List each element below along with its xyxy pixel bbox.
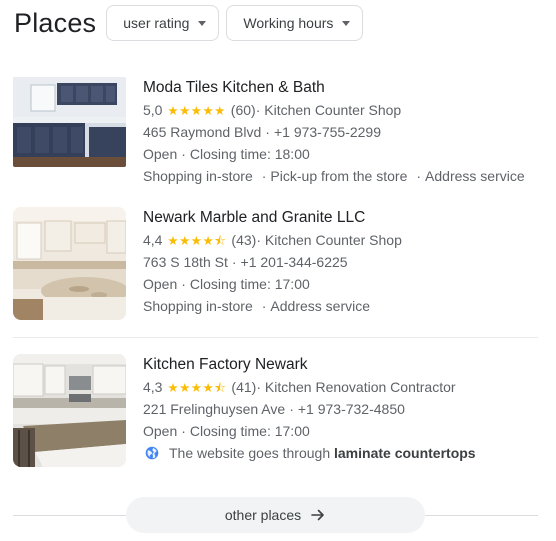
place-photo[interactable] [13, 77, 126, 167]
rating-value: 4,4 [143, 232, 163, 248]
service-item: Shopping in-store [143, 298, 253, 314]
service-item: Address service [270, 298, 371, 314]
rating-value: 4,3 [143, 379, 163, 395]
rating-row: 5,0 ★★★★★ (60)· Kitchen Counter Shop [143, 99, 546, 121]
place-phone: +1 973-732-4850 [297, 401, 405, 417]
place-photo[interactable] [13, 207, 126, 320]
open-status: Open [143, 146, 178, 162]
separator-dot: · [181, 146, 186, 162]
place-result-kitchen-factory[interactable]: Kitchen Factory Newark 4,3 ★★★★⯪ (41)· K… [0, 354, 556, 474]
place-phone: +1 973-755-2299 [273, 124, 382, 140]
place-category: · Kitchen Counter Shop [256, 232, 402, 248]
kitchen-photo-image [13, 207, 126, 320]
rating-value: 5,0 [143, 102, 163, 118]
separator-dot: · [261, 168, 267, 184]
kitchen-photo-image [13, 77, 126, 167]
hours-row: Open · Closing time: 17:00 [143, 420, 546, 442]
closing-time: Closing time: 17:00 [189, 276, 310, 292]
separator-dot: · [181, 276, 186, 292]
chevron-down-icon [342, 20, 351, 26]
place-result-newark-marble[interactable]: Newark Marble and Granite LLC 4,4 ★★★★⯪ … [0, 207, 556, 329]
place-name[interactable]: Newark Marble and Granite LLC [143, 207, 546, 229]
arrow-right-icon [311, 509, 324, 521]
separator-dot: · [181, 423, 186, 439]
review-count: (60) [230, 102, 256, 118]
contact-row: 763 S 18th St · +1 201-344-6225 [143, 251, 546, 273]
website-note-row: The website goes through laminate counte… [143, 442, 546, 464]
closing-time: Closing time: 18:00 [189, 146, 310, 162]
separator-dot: · [416, 168, 422, 184]
hours-row: Open · Closing time: 17:00 [143, 273, 546, 295]
working-hours-filter-label: Working hours [243, 15, 334, 31]
globe-icon [145, 446, 159, 460]
place-info: Moda Tiles Kitchen & Bath 5,0 ★★★★★ (60)… [143, 77, 546, 187]
rating-row: 4,4 ★★★★⯪ (43)· Kitchen Counter Shop [143, 229, 546, 251]
separator-dot: · [265, 124, 270, 140]
other-places-label: other places [224, 507, 302, 523]
kitchen-photo-image [13, 354, 126, 467]
rating-stars-icon: ★★★★⯪ [167, 381, 227, 395]
user-rating-filter[interactable]: user rating [106, 5, 220, 41]
result-divider [13, 337, 538, 338]
contact-row: 465 Raymond Blvd · +1 973-755-2299 [143, 121, 546, 143]
closing-time: Closing time: 17:00 [189, 423, 310, 439]
separator-dot: · [289, 401, 294, 417]
place-result-moda-tiles[interactable]: Moda Tiles Kitchen & Bath 5,0 ★★★★★ (60)… [0, 77, 556, 189]
place-phone: +1 201-344-6225 [240, 254, 348, 270]
rating-stars-icon: ★★★★⯪ [167, 234, 227, 248]
website-note-keyword: laminate countertops [334, 445, 476, 461]
service-item: Address service [425, 168, 525, 184]
separator-dot: · [231, 254, 237, 270]
user-rating-filter-label: user rating [123, 15, 190, 31]
place-name[interactable]: Kitchen Factory Newark [143, 354, 546, 376]
place-category: · Kitchen Counter Shop [255, 102, 402, 118]
separator-dot: · [261, 298, 267, 314]
service-item: Shopping in-store [143, 168, 253, 184]
place-info: Kitchen Factory Newark 4,3 ★★★★⯪ (41)· K… [143, 354, 546, 464]
rating-stars-icon: ★★★★★ [167, 104, 226, 118]
services-row: Shopping in-store · Address service [143, 295, 546, 317]
services-row: Shopping in-store · Pick-up from the store… [143, 165, 546, 187]
place-photo[interactable] [13, 354, 126, 467]
contact-row: 221 Frelinghuysen Ave · +1 973-732-4850 [143, 398, 546, 420]
place-name[interactable]: Moda Tiles Kitchen & Bath [143, 77, 546, 99]
place-category: · Kitchen Renovation Contractor [256, 379, 456, 395]
place-address: 763 S 18th St [143, 254, 228, 270]
rating-row: 4,3 ★★★★⯪ (41)· Kitchen Renovation Contr… [143, 376, 546, 398]
places-header: Places user rating Working hours [14, 5, 370, 41]
open-status: Open [143, 276, 178, 292]
review-count: (43) [231, 232, 257, 248]
working-hours-filter[interactable]: Working hours [226, 5, 364, 41]
other-places-section: other places [13, 497, 538, 533]
place-address: 221 Frelinghuysen Ave [143, 401, 286, 417]
place-address: 465 Raymond Blvd [143, 124, 262, 140]
open-status: Open [143, 423, 178, 439]
place-info: Newark Marble and Granite LLC 4,4 ★★★★⯪ … [143, 207, 546, 317]
chevron-down-icon [198, 20, 207, 26]
page-title: Places [14, 8, 97, 38]
hours-row: Open · Closing time: 18:00 [143, 143, 546, 165]
website-note-text: The website goes through [169, 445, 331, 461]
service-item: Pick-up from the store [270, 168, 408, 184]
other-places-button[interactable]: other places [126, 497, 425, 533]
review-count: (41) [231, 379, 257, 395]
